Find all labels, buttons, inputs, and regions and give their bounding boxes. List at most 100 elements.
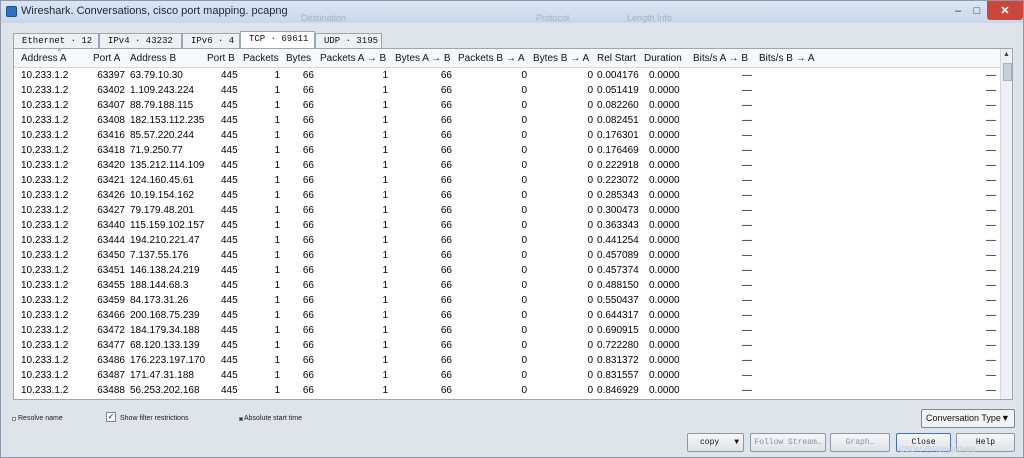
cell-bytes: 66 [302, 235, 314, 246]
column-header-address-b[interactable]: Address B [130, 53, 176, 64]
cell-bits-a-b: — [742, 160, 752, 171]
cell-packets-b-a: 0 [521, 220, 527, 231]
resolve-name-checkbox[interactable] [12, 417, 16, 421]
column-header-packets[interactable]: Packets [243, 53, 279, 64]
graph-button[interactable]: Graph… [830, 433, 890, 452]
column-header-port-b[interactable]: Port B [207, 53, 235, 64]
table-row[interactable]: 10.233.1.2 63450 7.137.55.176 445 1 66 1 66 0 0 0.… [14, 248, 1000, 263]
column-header-packets-b-a[interactable]: Packets B → A [458, 53, 525, 64]
tab-tcp[interactable]: TCP · 69611 [240, 31, 315, 48]
cell-address-b: 188.144.68.3 [130, 280, 189, 291]
vertical-scrollbar[interactable]: ▲ [1000, 49, 1012, 399]
scrollbar-thumb[interactable] [1003, 63, 1012, 81]
cell-port-a: 63450 [97, 250, 125, 261]
table-row[interactable]: 10.233.1.2 63451 146.138.24.219 445 1 66 1 66 0 0… [14, 263, 1000, 278]
follow-stream-button[interactable]: Follow Stream… [750, 433, 826, 452]
cell-bits-a-b: — [742, 115, 752, 126]
cell-address-a: 10.233.1.2 [21, 340, 69, 351]
column-header-rel-start[interactable]: Rel Start [597, 53, 636, 64]
tab-ipv4[interactable]: IPv4 · 43232 [99, 33, 182, 48]
cell-rel-start: 0.831557 [597, 370, 639, 381]
table-row[interactable]: 10.233.1.2 63402 1.109.243.224 445 1 66 1 66 0 0 0… [14, 83, 1000, 98]
column-header-address-a[interactable]: Address A ^ [21, 49, 67, 64]
table-row[interactable]: 10.233.1.2 63486 176.223.197.170 445 1 66 1 66 0… [14, 353, 1000, 368]
cell-address-b: 7.137.55.176 [130, 250, 189, 261]
table-row[interactable]: 10.233.1.2 63421 124.160.45.61 445 1 66 1 66 0 0 0… [14, 173, 1000, 188]
table-row[interactable]: 10.233.1.2 63407 88.79.188.115 445 1 66 1 66 0 0 0… [14, 98, 1000, 113]
cell-duration: 0.0000 [649, 325, 680, 336]
table-row[interactable]: 10.233.1.2 63472 184.179.34.188 445 1 66 1 66 0 0… [14, 323, 1000, 338]
cell-port-a: 63420 [97, 160, 125, 171]
cell-bytes-a-b: 66 [440, 220, 452, 231]
scroll-up-icon[interactable]: ▲ [1003, 51, 1010, 58]
column-header-port-a[interactable]: Port A [93, 53, 120, 64]
column-header-bytes-a-b[interactable]: Bytes A → B [395, 53, 451, 64]
cell-port-b: 445 [221, 340, 238, 351]
title-bar[interactable]: Wireshark. Conversations, cisco port map… [1, 1, 1023, 23]
cell-packets-b-a: 0 [521, 310, 527, 321]
table-row[interactable]: 10.233.1.2 63440 115.159.102.157 445 1 66 1 66 0… [14, 218, 1000, 233]
cell-address-b: 124.160.45.61 [130, 175, 194, 186]
table-row[interactable]: 10.233.1.2 63397 63.79.10.30 445 1 66 1 66 0 0 0.0… [14, 68, 1000, 83]
absolute-start-time-checkbox[interactable] [239, 417, 243, 421]
table-row[interactable]: 10.233.1.2 63488 56.253.202.168 445 1 66 1 66 0 0… [14, 383, 1000, 398]
cell-port-b: 445 [221, 160, 238, 171]
cell-packets-a-b: 1 [382, 115, 388, 126]
table-row[interactable]: 10.233.1.26349270.58.192.177445166166000… [14, 398, 1000, 399]
cell-packets-a-b: 1 [382, 220, 388, 231]
cell-duration: 0.0000 [649, 295, 680, 306]
table-row[interactable]: 10.233.1.2 63455 188.144.68.3 445 1 66 1 66 0 0 0.… [14, 278, 1000, 293]
table-row[interactable]: 10.233.1.2 63487 171.47.31.188 445 1 66 1 66 0 0 0… [14, 368, 1000, 383]
column-header-bits-b-a[interactable]: Bits/s B → A [759, 53, 815, 64]
cell-bytes-a-b: 66 [440, 145, 452, 156]
tab-udp[interactable]: UDP · 3195 [315, 33, 382, 48]
cell-duration: 0.0000 [649, 70, 680, 81]
cell-port-b: 445 [221, 130, 238, 141]
table-row[interactable]: 10.233.1.2 63418 71.9.250.77 445 1 66 1 66 0 0 0.1… [14, 143, 1000, 158]
cell-bytes: 66 [302, 385, 314, 396]
cell-address-a: 10.233.1.2 [21, 385, 69, 396]
cell-bits-a-b: — [742, 265, 752, 276]
table-row[interactable]: 10.233.1.2 63444 194.210.221.47 445 1 66 1 66 0 0… [14, 233, 1000, 248]
table-row[interactable]: 10.233.1.2 63427 79.179.48.201 445 1 66 1 66 0 0 0… [14, 203, 1000, 218]
cell-packets-b-a: 0 [521, 190, 527, 201]
cell-address-a: 10.233.1.2 [21, 250, 69, 261]
cell-rel-start: 0.550437 [597, 295, 639, 306]
cell-packets-a-b: 1 [382, 235, 388, 246]
cell-packets-b-a: 0 [521, 175, 527, 186]
cell-packets-a-b: 1 [382, 265, 388, 276]
table-row[interactable]: 10.233.1.2 63426 10.19.154.162 445 1 66 1 66 0 0 0… [14, 188, 1000, 203]
copy-button[interactable]: copy ▼ [687, 433, 744, 452]
cell-bytes-a-b: 66 [440, 130, 452, 141]
cell-packets-b-a: 0 [521, 295, 527, 306]
column-header-bytes[interactable]: Bytes [286, 53, 311, 64]
table-row[interactable]: 10.233.1.2 63420 135.212.114.109 445 1 66 1 66 0… [14, 158, 1000, 173]
cell-bytes: 66 [302, 310, 314, 321]
column-header-duration[interactable]: Duration [644, 53, 682, 64]
cell-packets-a-b: 1 [382, 280, 388, 291]
cell-bytes: 66 [302, 100, 314, 111]
column-header-packets-a-b[interactable]: Packets A → B [320, 53, 386, 64]
cell-port-b: 445 [221, 235, 238, 246]
cell-bits-a-b: — [742, 70, 752, 81]
conversation-type-button[interactable]: Conversation Type▼ [921, 409, 1015, 428]
cell-bytes-a-b: 66 [440, 310, 452, 321]
cell-packets-a-b: 1 [382, 70, 388, 81]
table-row[interactable]: 10.233.1.2 63408 182.153.112.235 445 1 66 1 66 0… [14, 113, 1000, 128]
table-row[interactable]: 10.233.1.2 63477 68.120.133.139 445 1 66 1 66 0 0… [14, 338, 1000, 353]
cell-address-b: 1.109.243.224 [130, 85, 194, 96]
tab-ipv6[interactable]: IPv6 · 4 [182, 33, 240, 48]
cell-rel-start: 0.441254 [597, 235, 639, 246]
column-header-bits-a-b[interactable]: Bits/s A → B [693, 53, 748, 64]
column-headers: Address A ^ Port A Address B Port B Packe… [14, 49, 1000, 68]
column-header-bytes-b-a[interactable]: Bytes B → A [533, 53, 589, 64]
window-close-button[interactable]: ✕ [987, 1, 1023, 20]
cell-bytes-a-b: 66 [440, 325, 452, 336]
cell-bytes: 66 [302, 355, 314, 366]
table-row[interactable]: 10.233.1.2 63466 200.168.75.239 445 1 66 1 66 0 0… [14, 308, 1000, 323]
cell-address-b: 115.159.102.157 [130, 220, 205, 231]
tab-ethernet[interactable]: Ethernet · 12 [13, 33, 99, 48]
table-row[interactable]: 10.233.1.2 63416 85.57.220.244 445 1 66 1 66 0 0 0… [14, 128, 1000, 143]
show-filter-restrictions-checkbox[interactable]: ✓ [106, 412, 116, 422]
table-row[interactable]: 10.233.1.2 63459 84.173.31.26 445 1 66 1 66 0 0 0.… [14, 293, 1000, 308]
